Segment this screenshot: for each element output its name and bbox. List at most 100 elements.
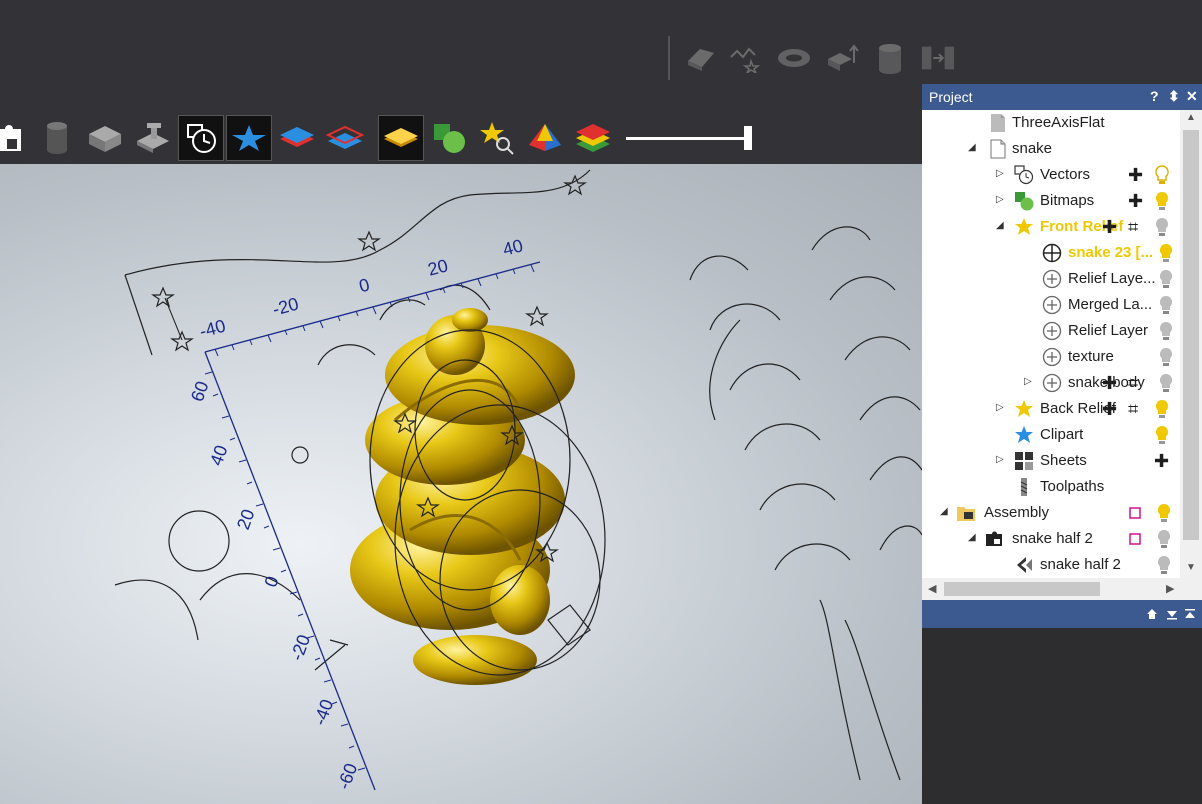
puzzle-icon[interactable] xyxy=(0,115,32,161)
lightbulb-off-icon[interactable] xyxy=(1158,269,1174,289)
weave-icon[interactable] xyxy=(728,40,764,76)
add-sheet-button[interactable]: ✚ xyxy=(1154,451,1169,472)
tree-item-relief-layer-1[interactable]: Relief Laye... xyxy=(922,266,1180,292)
scroll-up-icon[interactable]: ▲ xyxy=(1186,112,1196,123)
tree-item-front-relief[interactable]: ◢ Front Relief ✚ ⌗ xyxy=(922,214,1180,240)
tree-item-assembly[interactable]: ◢ Assembly xyxy=(922,500,1180,526)
tree-item-snake-body[interactable]: ▷ snake body ✚ ⌗ xyxy=(922,370,1180,396)
layer-merge-icon[interactable] xyxy=(322,115,368,161)
lightbulb-off-icon[interactable] xyxy=(1158,373,1174,393)
expand-arrow-icon[interactable]: ▷ xyxy=(996,454,1004,465)
lightbulb-off-icon[interactable] xyxy=(1156,555,1172,575)
tree-item-relief-layer-2[interactable]: Relief Layer xyxy=(922,318,1180,344)
panel-close-button[interactable]: ✕ xyxy=(1186,88,1198,105)
scroll-right-icon[interactable]: ▶ xyxy=(1166,582,1174,595)
vertical-scrollbar[interactable]: ▲ ▼ xyxy=(1180,110,1202,578)
tree-item-clipart[interactable]: Clipart xyxy=(922,422,1180,448)
tree-item-snake-half-2-child[interactable]: snake half 2 xyxy=(922,552,1180,578)
slider-thumb[interactable] xyxy=(744,126,752,150)
add-vector-button[interactable]: ✚ xyxy=(1128,165,1143,186)
relief-layer-icon xyxy=(1042,295,1062,315)
scroll-left-icon[interactable]: ◀ xyxy=(928,582,936,595)
component-icon xyxy=(986,531,1002,546)
add-layer-button[interactable]: ✚ xyxy=(1102,373,1117,394)
expand-arrow-icon[interactable]: ▷ xyxy=(996,194,1004,205)
tree-item-bitmaps[interactable]: ▷ Bitmaps ✚ xyxy=(922,188,1180,214)
cylinder-tool-icon[interactable] xyxy=(34,115,80,161)
pyramid-icon[interactable] xyxy=(522,115,568,161)
3d-viewport[interactable]: -40 -20 0 20 40 60 40 20 0 -20 -40 -60 xyxy=(0,164,922,804)
document-icon xyxy=(991,114,1005,132)
tree-item-sheets[interactable]: ▷ Sheets ✚ xyxy=(922,448,1180,474)
project-tree[interactable]: ThreeAxisFlat ◢ snake ▷ Vectors ✚ ▷ Bitm… xyxy=(922,110,1180,578)
block-icon[interactable] xyxy=(82,115,128,161)
expand-arrow-icon[interactable]: ▷ xyxy=(996,402,1004,413)
add-layer-button[interactable]: ✚ xyxy=(1102,217,1117,238)
lightbulb-outline-icon[interactable] xyxy=(1154,165,1170,185)
tree-item-snake-23[interactable]: snake 23 [... xyxy=(922,240,1180,266)
expand-arrow-icon[interactable]: ▷ xyxy=(996,168,1004,179)
horizontal-scroll-thumb[interactable] xyxy=(944,582,1100,596)
lightbulb-on-icon[interactable] xyxy=(1156,503,1172,523)
expand-arrow-icon[interactable]: ▷ xyxy=(1024,376,1032,387)
tree-item-texture[interactable]: texture xyxy=(922,344,1180,370)
extrude-icon[interactable] xyxy=(682,40,718,76)
relief-star-icon[interactable] xyxy=(226,115,272,161)
panel-header: Project ? ⬍ ✕ xyxy=(922,84,1202,110)
tree-item-merged-layer[interactable]: Merged La... xyxy=(922,292,1180,318)
lightbulb-on-icon[interactable] xyxy=(1154,399,1170,419)
vertical-scroll-thumb[interactable] xyxy=(1183,130,1199,540)
toolbar-separator xyxy=(668,36,670,80)
bitmap-icon xyxy=(1015,192,1034,211)
grid-icon[interactable]: ⌗ xyxy=(1128,373,1138,394)
assembly-folder-icon xyxy=(957,507,975,521)
horizontal-scrollbar[interactable]: ◀ ▶ xyxy=(922,578,1202,600)
export-icon[interactable] xyxy=(920,40,956,76)
add-layer-button[interactable]: ✚ xyxy=(1102,399,1117,420)
tree-item-snake-half-2[interactable]: ◢ snake half 2 xyxy=(922,526,1180,552)
frame-icon[interactable] xyxy=(1128,532,1142,546)
bitmap-shapes-icon[interactable] xyxy=(426,115,472,161)
lightbulb-on-icon[interactable] xyxy=(1158,243,1174,263)
cylinder-icon[interactable] xyxy=(872,40,908,76)
lightbulb-off-icon[interactable] xyxy=(1158,321,1174,341)
torus-icon[interactable] xyxy=(776,40,812,76)
lightbulb-on-icon[interactable] xyxy=(1154,425,1170,445)
pin-icon[interactable]: ⬍ xyxy=(1168,88,1180,105)
lightbulb-off-icon[interactable] xyxy=(1156,529,1172,549)
lightbulb-off-icon[interactable] xyxy=(1158,295,1174,315)
sheet-yellow-icon[interactable] xyxy=(378,115,424,161)
star-search-icon[interactable] xyxy=(474,115,520,161)
ruler-v-tick-7: -60 xyxy=(334,761,362,792)
home-icon[interactable] xyxy=(1146,608,1158,620)
expand-up-icon[interactable] xyxy=(1184,608,1196,620)
grid-icon[interactable]: ⌗ xyxy=(1128,217,1138,238)
help-button[interactable]: ? xyxy=(1150,88,1159,104)
add-bitmap-button[interactable]: ✚ xyxy=(1128,191,1143,212)
scroll-down-icon[interactable]: ▼ xyxy=(1186,562,1196,573)
tree-item-vectors[interactable]: ▷ Vectors ✚ xyxy=(922,162,1180,188)
push-up-icon[interactable] xyxy=(824,40,860,76)
tree-item-snake[interactable]: ◢ snake xyxy=(922,136,1180,162)
collapse-arrow-icon[interactable]: ◢ xyxy=(968,142,976,153)
collapse-arrow-icon[interactable]: ◢ xyxy=(968,532,976,543)
tree-item-threeaxisflat[interactable]: ThreeAxisFlat xyxy=(922,110,1180,136)
frame-icon[interactable] xyxy=(1128,506,1142,520)
vector-clock-icon[interactable] xyxy=(178,115,224,161)
lightbulb-off-icon[interactable] xyxy=(1154,217,1170,237)
slider-track[interactable] xyxy=(626,137,748,140)
machine-icon[interactable] xyxy=(130,115,176,161)
lightbulb-off-icon[interactable] xyxy=(1158,347,1174,367)
relief-layer-icon xyxy=(1042,243,1062,263)
collapse-arrow-icon[interactable]: ◢ xyxy=(940,506,948,517)
tree-item-toolpaths[interactable]: Toolpaths xyxy=(922,474,1180,500)
star-icon xyxy=(1015,400,1033,417)
ruler-h-tick-4: 20 xyxy=(426,255,451,280)
collapse-down-icon[interactable] xyxy=(1166,608,1178,620)
layer-stack-icon[interactable] xyxy=(570,115,616,161)
collapse-arrow-icon[interactable]: ◢ xyxy=(996,220,1004,231)
grid-icon[interactable]: ⌗ xyxy=(1128,399,1138,420)
layer-blue-icon[interactable] xyxy=(274,115,320,161)
tree-item-back-relief[interactable]: ▷ Back Relief ✚ ⌗ xyxy=(922,396,1180,422)
lightbulb-on-icon[interactable] xyxy=(1154,191,1170,211)
